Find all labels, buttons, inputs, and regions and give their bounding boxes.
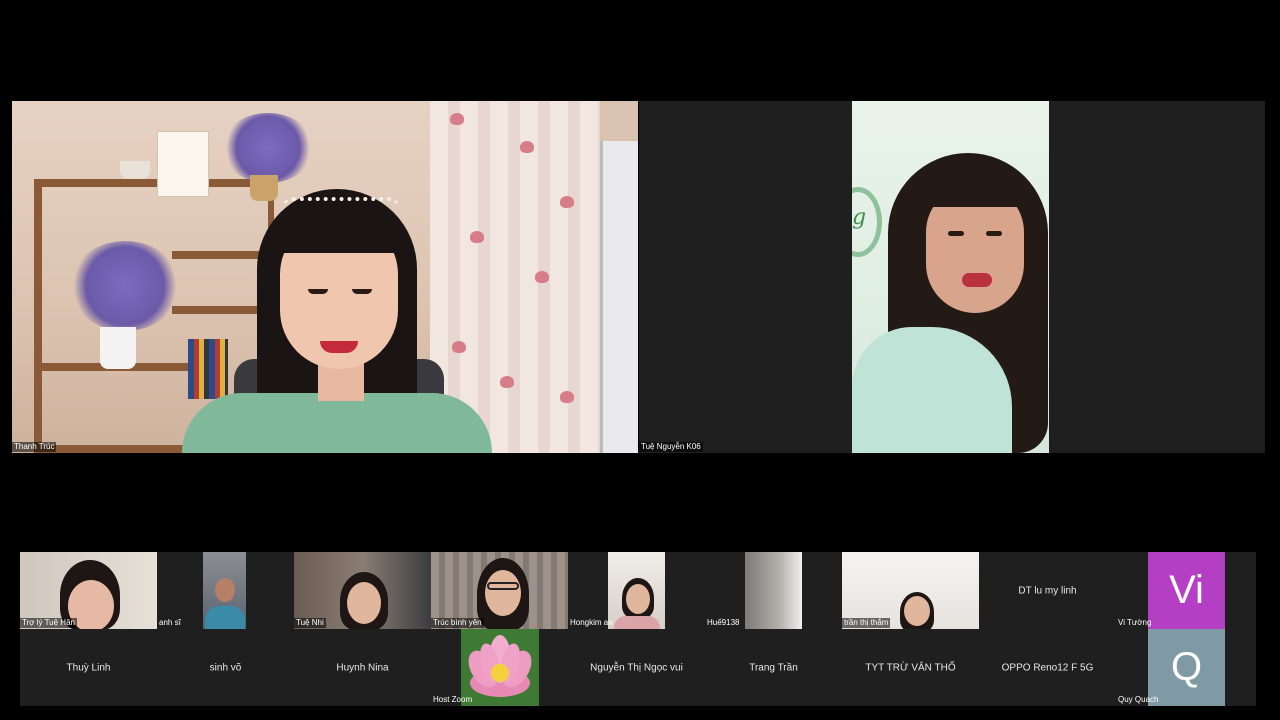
participant-name: TYT TRỪ VĂN THỐ <box>865 662 956 673</box>
participant-name: Thuỳ Linh <box>66 662 111 673</box>
participant-name: Huynh Nina <box>336 662 389 673</box>
participant-video: g <box>852 101 1049 453</box>
participant-name: Nguyễn Thị Ngọc vui <box>590 662 683 673</box>
gallery-tile[interactable]: Thuỳ Linh <box>20 629 157 706</box>
books <box>188 339 228 399</box>
participant-name: DT lu my linh <box>1018 585 1077 596</box>
gallery-tile[interactable]: Host Zoom <box>431 629 568 706</box>
participant-name: Trang Trần <box>749 662 798 673</box>
gallery-tile[interactable]: Nguyễn Thị Ngọc vui <box>568 629 705 706</box>
participant-name: trần thị thắm <box>842 618 891 628</box>
gallery-tile[interactable]: Q Quy Quach <box>1116 629 1256 706</box>
gallery-tile[interactable]: Huynh Nina <box>294 629 431 706</box>
gallery-strip: Trợ lý Tuệ Hân anh sĩ Tuệ Nhi Trúc bình … <box>20 552 1256 706</box>
gallery-tile[interactable]: DT lu my linh <box>979 552 1116 629</box>
participant-name: Trúc bình yên <box>431 618 484 628</box>
participant-name: Trợ lý Tuệ Hân <box>20 618 77 628</box>
gallery-tile[interactable]: Vi Vi Tường <box>1116 552 1256 629</box>
gallery-tile[interactable]: Trợ lý Tuệ Hân <box>20 552 157 629</box>
door <box>600 141 638 453</box>
participant-name: Tuệ Nhi <box>294 618 326 628</box>
decor-card <box>157 131 209 197</box>
glasses <box>487 582 519 590</box>
speaker-video-tile-2[interactable]: g Tuệ Nguyễn K06 <box>639 101 1265 453</box>
gallery-tile[interactable]: Tuệ Nhi <box>294 552 431 629</box>
participant-name: sinh võ <box>209 662 242 673</box>
avatar: Vi <box>1148 552 1225 629</box>
gallery-tile[interactable]: TYT TRỪ VĂN THỐ <box>842 629 979 706</box>
participant-name: Huế9138 <box>707 618 740 627</box>
participant-name: Vi Tường <box>1118 618 1152 627</box>
participant-name: Thanh Trúc <box>12 442 57 452</box>
gallery-tile[interactable]: anh sĩ <box>157 552 294 629</box>
gallery-tile[interactable]: Huế9138 <box>705 552 842 629</box>
gallery-tile[interactable]: trần thị thắm <box>842 552 979 629</box>
participant-name: OPPO Reno12 F 5G <box>1001 662 1094 673</box>
participant-name: Hongkim an <box>570 618 613 627</box>
gallery-tile[interactable]: Trang Trần <box>705 629 842 706</box>
participant-name: anh sĩ <box>159 618 181 627</box>
participant-name: Tuệ Nguyễn K06 <box>639 442 703 452</box>
gallery-tile[interactable]: Trúc bình yên <box>431 552 568 629</box>
participant-name: Quy Quach <box>1118 695 1159 704</box>
speaker-video-tile-1[interactable]: Thanh Trúc <box>12 101 638 453</box>
participant-name: Host Zoom <box>433 695 473 704</box>
gallery-tile[interactable]: Hongkim an <box>568 552 705 629</box>
headband <box>282 197 400 209</box>
gallery-tile[interactable]: OPPO Reno12 F 5G <box>979 629 1116 706</box>
gallery-tile[interactable]: sinh võ <box>157 629 294 706</box>
